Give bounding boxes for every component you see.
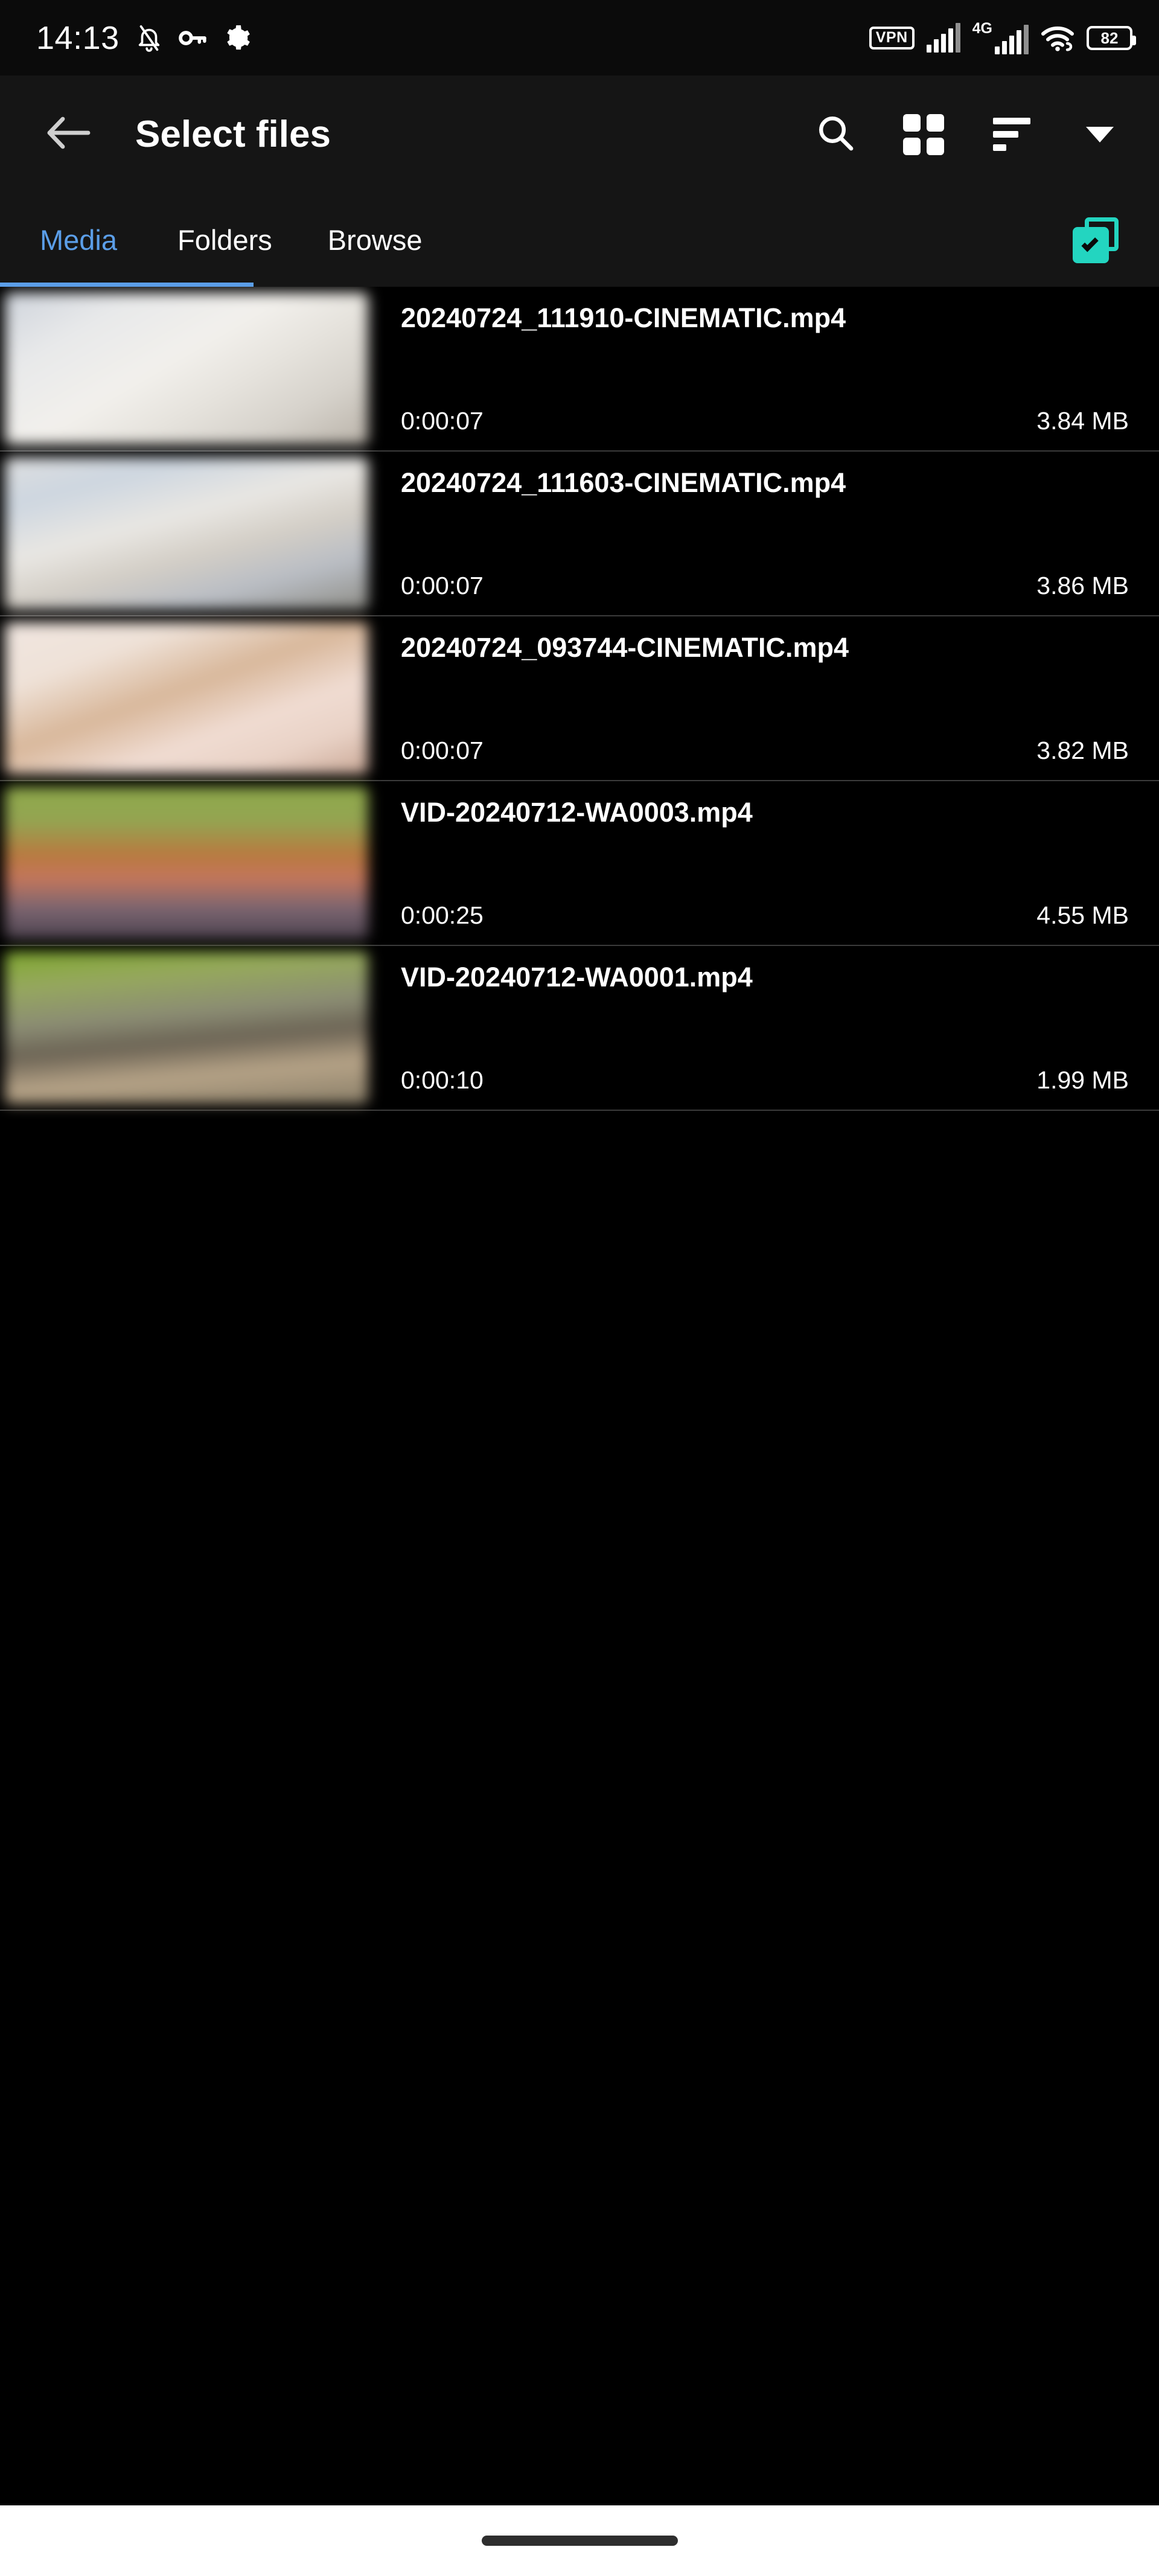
search-button[interactable] bbox=[806, 106, 864, 164]
table-row[interactable]: 20240724_093744-CINEMATIC.mp4 0:00:07 3.… bbox=[0, 616, 1159, 781]
file-meta: 20240724_093744-CINEMATIC.mp4 0:00:07 3.… bbox=[365, 616, 1159, 780]
file-duration: 0:00:07 bbox=[401, 407, 484, 435]
file-name: 20240724_093744-CINEMATIC.mp4 bbox=[401, 632, 849, 663]
select-all-icon bbox=[1073, 217, 1119, 263]
back-button[interactable] bbox=[42, 109, 94, 161]
arrow-left-icon bbox=[46, 114, 91, 155]
status-bar-left: 14:13 bbox=[36, 22, 251, 54]
file-subline: 0:00:07 3.82 MB bbox=[401, 738, 1129, 763]
search-icon bbox=[817, 114, 854, 155]
file-meta: VID-20240712-WA0003.mp4 0:00:25 4.55 MB bbox=[365, 781, 1159, 945]
network-type-label: 4G bbox=[972, 20, 992, 37]
table-row[interactable]: 20240724_111603-CINEMATIC.mp4 0:00:07 3.… bbox=[0, 452, 1159, 616]
app-bar-actions bbox=[806, 106, 1129, 164]
file-subline: 0:00:07 3.86 MB bbox=[401, 574, 1129, 598]
tab-browse[interactable]: Browse bbox=[300, 193, 450, 287]
file-subline: 0:00:07 3.84 MB bbox=[401, 409, 1129, 433]
tab-bar: Media Folders Browse bbox=[0, 193, 1159, 287]
sort-icon bbox=[993, 118, 1030, 151]
file-meta: 20240724_111910-CINEMATIC.mp4 0:00:07 3.… bbox=[365, 287, 1159, 450]
tab-list: Media Folders Browse bbox=[0, 193, 450, 287]
file-size: 3.86 MB bbox=[1036, 572, 1129, 599]
file-duration: 0:00:25 bbox=[401, 901, 484, 929]
vpn-badge: VPN bbox=[869, 26, 915, 50]
video-thumbnail bbox=[0, 452, 368, 615]
tab-media[interactable]: Media bbox=[0, 193, 150, 287]
file-subline: 0:00:25 4.55 MB bbox=[401, 903, 1129, 928]
table-row[interactable]: 20240724_111910-CINEMATIC.mp4 0:00:07 3.… bbox=[0, 287, 1159, 452]
battery-level-label: 82 bbox=[1100, 28, 1119, 47]
file-list[interactable]: 20240724_111910-CINEMATIC.mp4 0:00:07 3.… bbox=[0, 287, 1159, 2505]
tab-active-indicator bbox=[0, 283, 254, 287]
sort-button[interactable] bbox=[983, 106, 1041, 164]
file-size: 4.55 MB bbox=[1036, 901, 1129, 929]
status-bar: 14:13 VPN 4G 82 bbox=[0, 0, 1159, 75]
video-thumbnail bbox=[0, 287, 368, 450]
file-meta: 20240724_111603-CINEMATIC.mp4 0:00:07 3.… bbox=[365, 452, 1159, 615]
system-navigation-bar bbox=[0, 2505, 1159, 2576]
chevron-down-icon bbox=[1086, 126, 1114, 142]
status-bar-clock: 14:13 bbox=[36, 19, 120, 56]
signal-bars-icon bbox=[926, 23, 960, 53]
home-gesture-pill[interactable] bbox=[481, 2536, 678, 2546]
grid-view-button[interactable] bbox=[895, 106, 953, 164]
status-bar-right: VPN 4G 82 bbox=[869, 21, 1136, 54]
thumbnail-image bbox=[5, 787, 368, 939]
file-name: 20240724_111910-CINEMATIC.mp4 bbox=[401, 302, 846, 333]
file-name: VID-20240712-WA0003.mp4 bbox=[401, 797, 753, 828]
thumbnail-image bbox=[5, 951, 368, 1104]
video-thumbnail bbox=[0, 616, 368, 780]
file-size: 3.84 MB bbox=[1036, 407, 1129, 435]
4g-signal-icon: 4G bbox=[972, 21, 1029, 54]
phone-screen: 14:13 VPN 4G 82 Select files Media Folde… bbox=[0, 0, 1159, 2576]
thumbnail-image bbox=[5, 457, 368, 610]
file-subline: 0:00:10 1.99 MB bbox=[401, 1068, 1129, 1093]
file-size: 3.82 MB bbox=[1036, 737, 1129, 764]
tab-folders[interactable]: Folders bbox=[150, 193, 300, 287]
select-all-button[interactable] bbox=[1062, 207, 1129, 273]
wifi-icon bbox=[1041, 25, 1074, 51]
app-bar: Select files bbox=[0, 75, 1159, 193]
thumbnail-image bbox=[5, 622, 368, 775]
file-duration: 0:00:10 bbox=[401, 1066, 484, 1094]
table-row[interactable]: VID-20240712-WA0001.mp4 0:00:10 1.99 MB bbox=[0, 946, 1159, 1111]
table-row[interactable]: VID-20240712-WA0003.mp4 0:00:25 4.55 MB bbox=[0, 781, 1159, 946]
page-title: Select files bbox=[135, 113, 331, 155]
gear-icon bbox=[223, 24, 251, 52]
file-name: VID-20240712-WA0001.mp4 bbox=[401, 962, 753, 992]
file-duration: 0:00:07 bbox=[401, 572, 484, 599]
overflow-dropdown-button[interactable] bbox=[1071, 106, 1129, 164]
battery-icon: 82 bbox=[1087, 25, 1136, 50]
bell-slash-icon bbox=[135, 24, 163, 53]
video-thumbnail bbox=[0, 946, 368, 1110]
file-size: 1.99 MB bbox=[1036, 1066, 1129, 1094]
video-thumbnail bbox=[0, 781, 368, 945]
thumbnail-image bbox=[5, 292, 368, 445]
file-duration: 0:00:07 bbox=[401, 737, 484, 764]
file-meta: VID-20240712-WA0001.mp4 0:00:10 1.99 MB bbox=[365, 946, 1159, 1110]
file-name: 20240724_111603-CINEMATIC.mp4 bbox=[401, 467, 846, 498]
key-icon bbox=[178, 26, 208, 50]
grid-view-icon bbox=[903, 113, 944, 155]
